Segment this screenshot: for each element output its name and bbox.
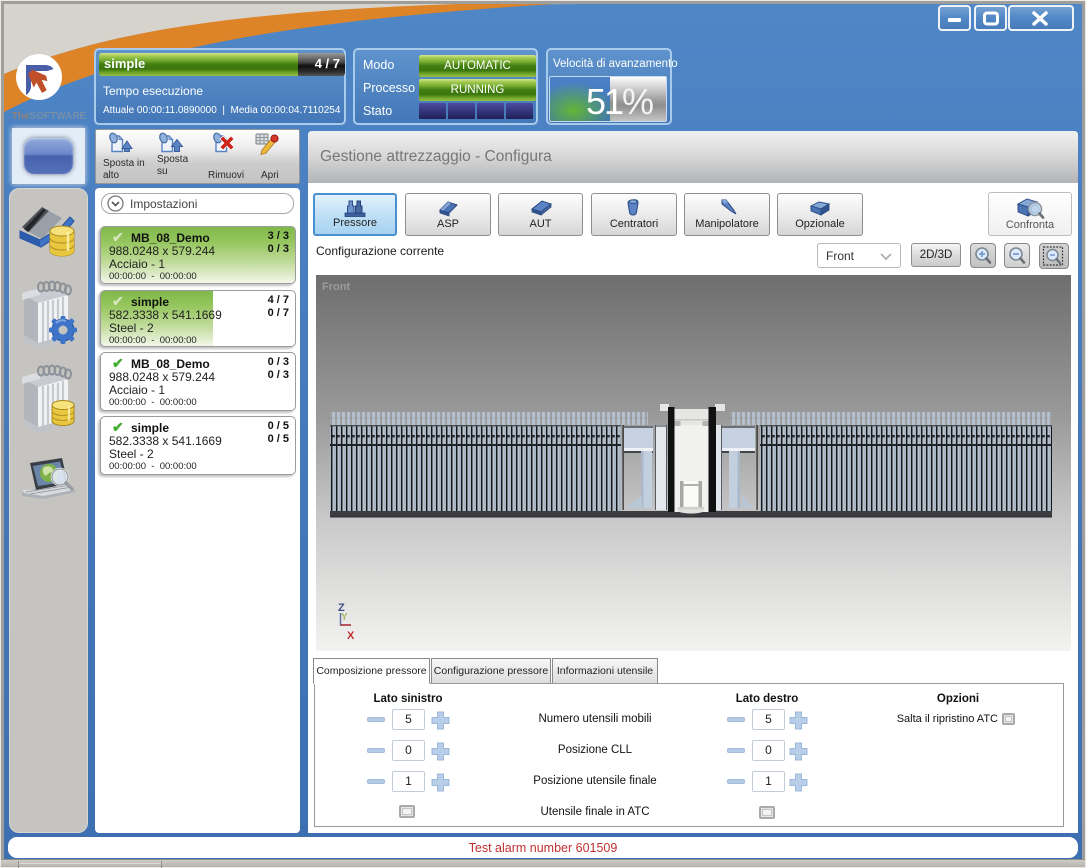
svg-text:Y: Y — [341, 612, 348, 623]
svg-text:X: X — [347, 630, 355, 642]
